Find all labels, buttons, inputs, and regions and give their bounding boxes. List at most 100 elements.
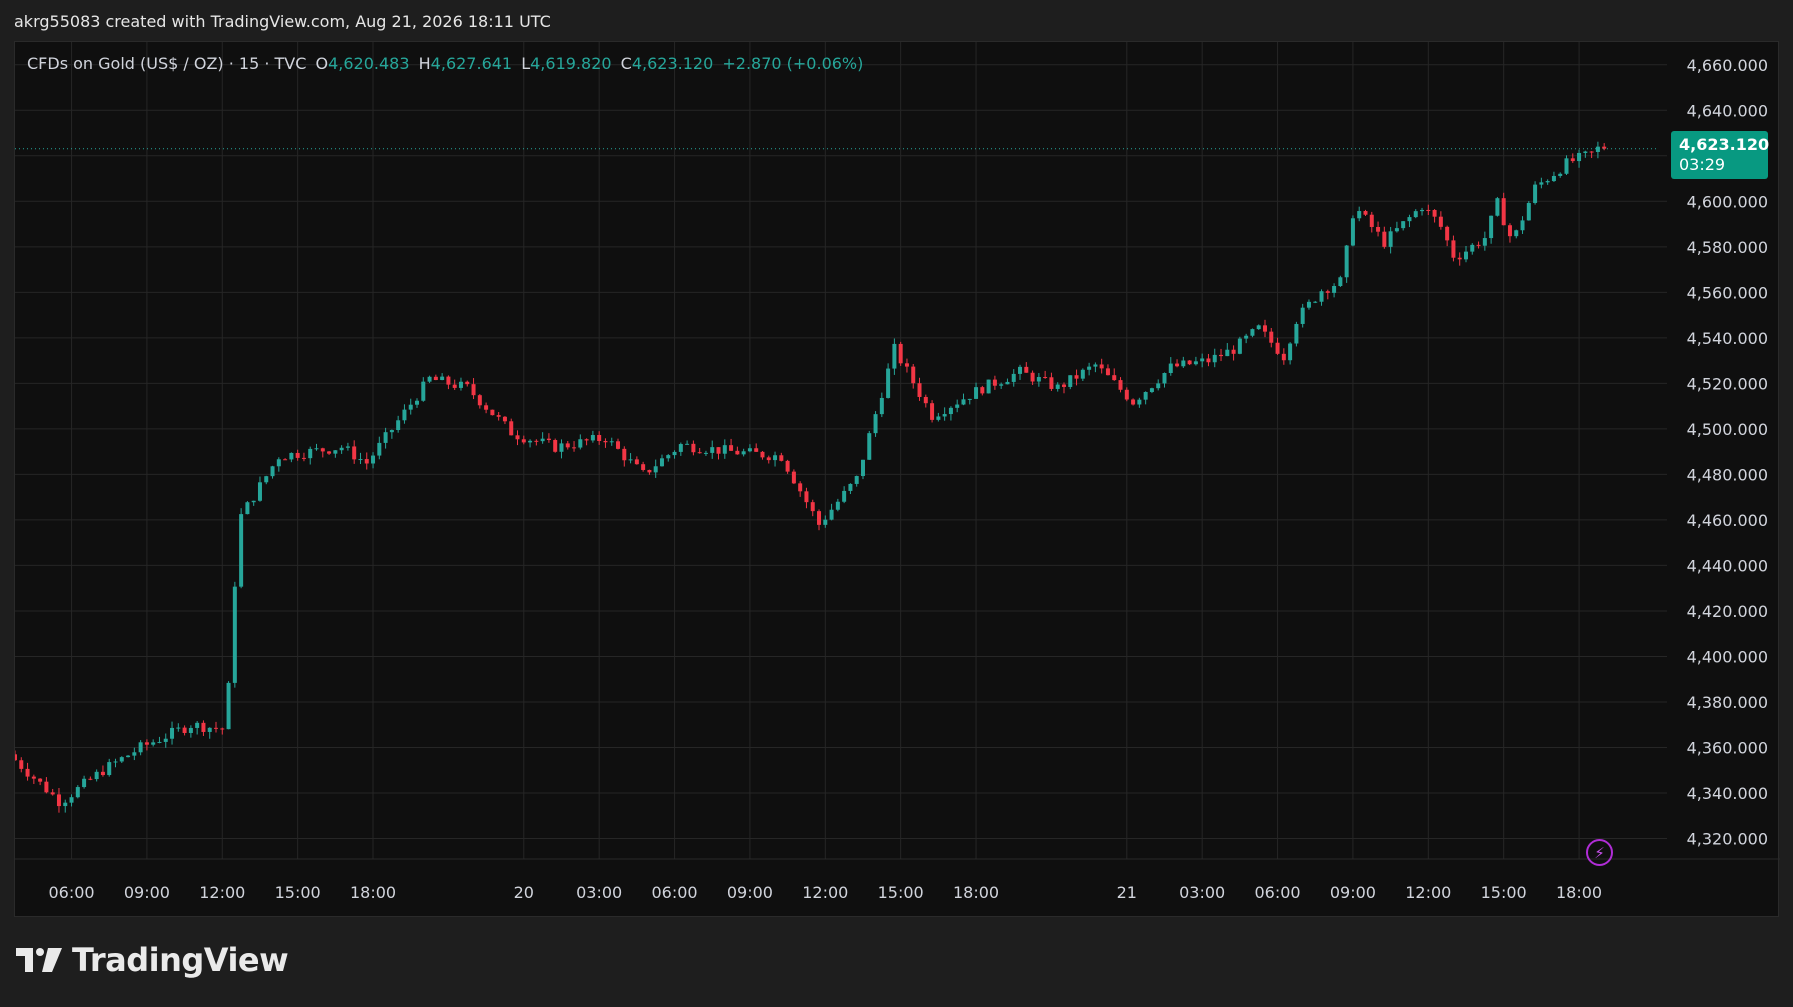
candle-body: [301, 457, 306, 459]
time-axis-label: 09:00: [727, 883, 773, 902]
candle-body: [974, 387, 979, 399]
candle-body: [245, 502, 250, 515]
candle-body: [1520, 220, 1525, 231]
candle-body: [1250, 329, 1255, 336]
price-axis-label: 4,460.000: [1687, 511, 1768, 530]
candle-body: [1112, 375, 1117, 381]
candle-body: [1005, 381, 1010, 385]
candle-body: [471, 384, 476, 396]
candle-body: [666, 455, 671, 459]
candle-body: [151, 742, 156, 745]
candle-body: [967, 398, 972, 400]
time-axis-label: 12:00: [199, 883, 245, 902]
candle-body: [1451, 240, 1456, 258]
low-value: 4,619.820: [530, 54, 612, 73]
candle-body: [936, 416, 941, 420]
candle-body: [842, 490, 847, 502]
candle-body: [1332, 286, 1337, 293]
time-axis-label: 18:00: [953, 883, 999, 902]
candle-body: [1175, 363, 1180, 367]
last-price-value: 4,623.120: [1679, 135, 1770, 154]
candle-body: [1137, 399, 1142, 405]
candle-body: [1124, 389, 1129, 400]
open-label: O: [315, 54, 329, 73]
candle-body: [540, 438, 545, 442]
candlestick-chart[interactable]: 4,320.000 4,340.000 4,360.000 4,380.000 4,40…: [15, 42, 1780, 918]
candle-body: [1558, 173, 1563, 176]
time-axis-label: 15:00: [1481, 883, 1527, 902]
candle-body: [992, 379, 997, 386]
candle-body: [873, 414, 878, 434]
candle-body: [283, 459, 288, 461]
candle-body: [697, 452, 702, 454]
candle-body: [1168, 363, 1173, 374]
candle-body: [270, 466, 275, 477]
candle-body: [1382, 231, 1387, 247]
candle-body: [31, 776, 36, 779]
candle-body: [1394, 228, 1399, 232]
candle-body: [1445, 226, 1450, 241]
candle-body: [352, 446, 357, 460]
price-axis-label: 4,440.000: [1687, 556, 1768, 575]
time-axis-label: 18:00: [350, 883, 396, 902]
candle-body: [553, 440, 558, 452]
candle-body: [634, 459, 639, 465]
candle-body: [377, 442, 382, 456]
candle-body: [515, 435, 520, 440]
candle-body: [214, 727, 219, 729]
candle-body: [402, 409, 407, 421]
lightning-icon[interactable]: ⚡: [1586, 839, 1613, 866]
candle-body: [100, 771, 105, 776]
symbol-description[interactable]: CFDs on Gold (US$ / OZ) · 15 · TVC: [27, 54, 306, 73]
candle-body: [1376, 226, 1381, 232]
candle-body: [546, 438, 551, 441]
candle-body: [170, 727, 175, 739]
candle-body: [917, 383, 922, 397]
candle-body: [220, 728, 225, 730]
candle-body: [1275, 342, 1280, 354]
candle-body: [389, 430, 394, 433]
candle-body: [735, 450, 740, 455]
price-axis-label: 4,320.000: [1687, 830, 1768, 849]
candle-body: [1344, 245, 1349, 278]
candle-body: [798, 483, 803, 492]
candle-body: [603, 440, 608, 443]
candle-body: [1225, 349, 1230, 357]
candle-body: [1162, 373, 1167, 384]
candle-body: [1545, 181, 1550, 183]
candle-body: [892, 343, 897, 369]
price-axis-label: 4,360.000: [1687, 738, 1768, 757]
candle-body: [364, 459, 369, 464]
candle-body: [1049, 377, 1054, 389]
candle-body: [1306, 301, 1311, 308]
tradingview-logo-icon: [16, 948, 62, 972]
candle-body: [678, 444, 683, 452]
candle-body: [1319, 291, 1324, 302]
candle-body: [653, 466, 658, 473]
candle-body: [371, 455, 376, 464]
candle-body: [82, 778, 87, 788]
time-axis-label: 09:00: [1330, 883, 1376, 902]
candle-body: [1470, 244, 1475, 252]
candle-body: [785, 460, 790, 472]
candle-body: [854, 476, 859, 484]
candle-body: [358, 459, 363, 461]
candle-body: [1244, 335, 1249, 339]
candle-body: [817, 511, 822, 525]
time-axis-label: 12:00: [1405, 883, 1451, 902]
tradingview-brand[interactable]: TradingView: [16, 941, 289, 979]
candle-body: [534, 440, 539, 442]
high-label: H: [418, 54, 431, 73]
candle-body: [1438, 216, 1443, 227]
candle-body: [1564, 158, 1569, 174]
candle-body: [565, 443, 570, 448]
candle-body: [616, 441, 621, 449]
chart-pane[interactable]: 4,320.000 4,340.000 4,360.000 4,380.000 4,40…: [14, 41, 1780, 918]
price-axis-label: 4,520.000: [1687, 374, 1768, 393]
candle-body: [1401, 221, 1406, 229]
candle-body: [502, 416, 507, 422]
candle-body: [860, 459, 865, 477]
candle-body: [232, 586, 237, 683]
candle-body: [1118, 380, 1123, 390]
candle-body: [446, 376, 451, 385]
